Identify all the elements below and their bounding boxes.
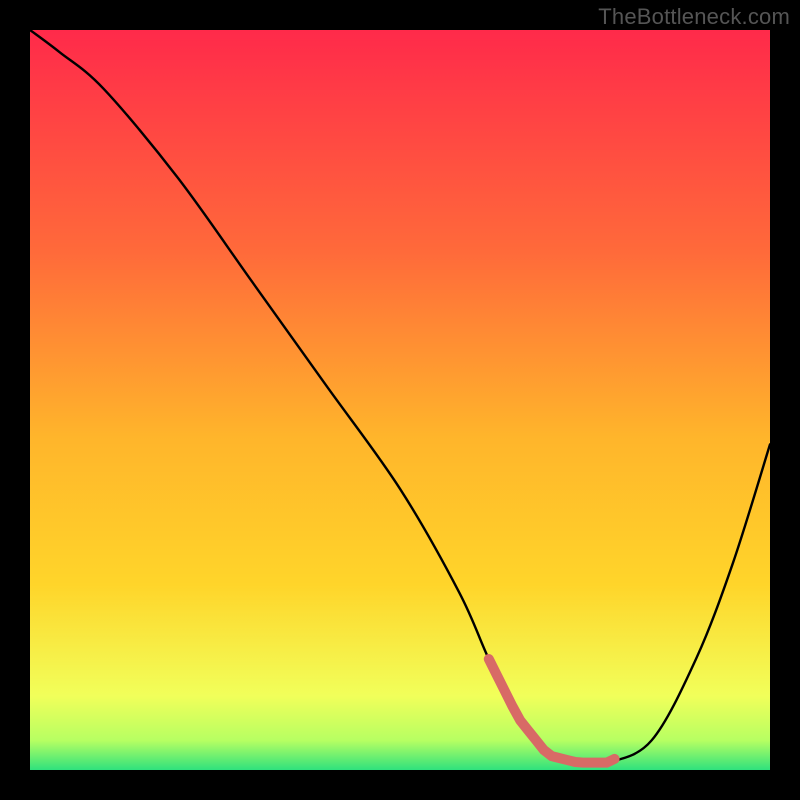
chart-frame: TheBottleneck.com <box>0 0 800 800</box>
gradient-background <box>30 30 770 770</box>
watermark-text: TheBottleneck.com <box>598 4 790 30</box>
plot-area <box>30 30 770 770</box>
chart-svg <box>30 30 770 770</box>
